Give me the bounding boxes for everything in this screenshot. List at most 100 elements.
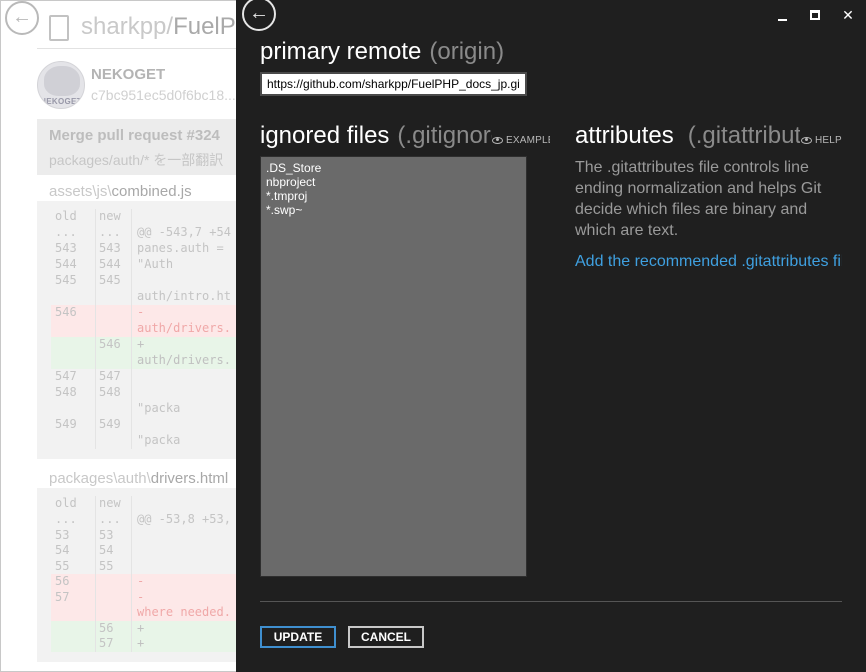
gitignore-line: .DS_Store — [266, 161, 322, 175]
diff-line: 56 + — [51, 620, 237, 636]
commit-subtitle: packages/auth/* を一部翻訳 — [49, 152, 224, 168]
file-name[interactable]: assets\js\combined.js — [49, 183, 192, 200]
avatar-tag: NEKOGET — [40, 97, 82, 106]
diff-header-row: old new — [51, 496, 237, 512]
old-line-number: 55 — [55, 558, 70, 573]
gutter-divider — [95, 496, 96, 652]
file-name[interactable]: packages\auth\drivers.html — [49, 470, 228, 487]
old-line-number: 546 — [55, 305, 77, 319]
diff-line: 57 + — [51, 636, 237, 652]
diff-line-text: + — [137, 337, 145, 351]
remote-url-input[interactable] — [260, 72, 527, 96]
gutter-divider — [131, 209, 132, 449]
new-line-number: 549 — [99, 417, 121, 431]
commit-sha: c7bc951ec5d0f6bc18... — [91, 87, 236, 103]
diff-line: 547 547 — [51, 369, 237, 385]
eye-icon — [801, 136, 812, 144]
new-line-number: 53 — [99, 527, 114, 542]
diff-line-text: auth/drivers. — [137, 353, 231, 367]
diff-line-text: panes.auth = — [137, 241, 224, 255]
cat-avatar-icon — [44, 66, 80, 96]
repository-icon — [49, 15, 69, 41]
gitignore-line: *.swp~ — [266, 203, 303, 217]
help-toggle[interactable]: HELP — [801, 135, 846, 146]
new-line-number: 544 — [99, 257, 121, 271]
close-icon[interactable]: ✕ — [837, 4, 859, 26]
remote-section-title: primary remote (origin) — [260, 38, 505, 65]
avatar: NEKOGET — [37, 61, 85, 109]
gutter-divider — [131, 496, 132, 652]
new-line-number: 57 — [99, 636, 114, 650]
diff-line: 53 53 — [51, 528, 237, 544]
diff-line-text: where needed. — [137, 605, 231, 619]
attributes-description: The .gitattributes file controls line en… — [575, 159, 822, 239]
new-line-number: 54 — [99, 543, 114, 557]
update-button[interactable]: UPDATE — [260, 626, 336, 648]
diff-line: 544 544 "Auth — [51, 257, 237, 273]
diff-line-text: auth/drivers. — [137, 321, 231, 335]
diff-line: auth/intro.ht — [51, 289, 237, 305]
new-column-header: new — [99, 496, 121, 510]
new-column-header: new — [99, 209, 121, 223]
old-line-number: 544 — [55, 257, 77, 271]
diff-line: 56 - — [51, 574, 237, 590]
add-gitattributes-link[interactable]: Add the recommended .gitattributes file — [575, 253, 842, 271]
back-arrow-icon[interactable]: ← — [242, 0, 276, 31]
diff-line: 548 548 — [51, 385, 237, 401]
ignored-section-title: ignored files(.gitignore) — [260, 122, 492, 149]
diff-line: 543 543 panes.auth = — [51, 241, 237, 257]
attributes-section-title-clip: attributes(.gitattributes) — [575, 122, 800, 156]
diff-line-text: "Auth — [137, 257, 174, 271]
diff-line: 549 549 — [51, 417, 237, 433]
back-arrow-icon: ← — [5, 1, 39, 35]
diff-line: 54 54 — [51, 543, 237, 559]
cancel-button[interactable]: CANCEL — [348, 626, 424, 648]
old-column-header: old — [55, 209, 77, 223]
diff-line: "packa — [51, 433, 237, 449]
commit-author: NEKOGET — [91, 66, 166, 83]
gutter-divider — [95, 209, 96, 449]
old-line-number: 54 — [55, 543, 70, 557]
old-line-number: 549 — [55, 417, 77, 431]
diff-line: 57 - — [51, 589, 237, 605]
footer-divider — [260, 601, 842, 602]
diff-line-text: auth/intro.ht — [137, 289, 231, 303]
diff-line-text: - — [137, 305, 145, 319]
eye-icon — [492, 136, 503, 144]
diff-line-text: "packa — [137, 401, 181, 415]
commit-title: Merge pull request #324 — [49, 127, 220, 144]
old-line-number: 57 — [55, 589, 70, 604]
diff-line: 545 545 — [51, 273, 237, 289]
old-line-number: 56 — [55, 574, 70, 588]
old-line-number: ... — [55, 512, 77, 526]
diff-line: auth/drivers. — [51, 321, 237, 337]
diff-line: 546 - — [51, 305, 237, 321]
minimize-icon[interactable] — [772, 4, 794, 26]
examples-toggle[interactable]: EXAMPLES — [492, 135, 550, 146]
diff-line-text: @@ -53,8 +53, — [137, 512, 231, 526]
new-line-number: ... — [99, 512, 121, 526]
old-line-number: 548 — [55, 385, 77, 399]
maximize-icon[interactable] — [804, 4, 826, 26]
gitignore-editor[interactable]: .DS_Store nbproject *.tmproj *.swp~ — [260, 156, 527, 577]
diff-line-text: @@ -543,7 +54 — [137, 225, 231, 239]
new-line-number: 547 — [99, 369, 121, 383]
new-line-number: 543 — [99, 241, 121, 255]
new-line-number: 546 — [99, 337, 121, 351]
diff-line: where needed. — [51, 605, 237, 621]
diff-line: ...... @@ -543,7 +54 — [51, 225, 237, 241]
old-line-number: ... — [55, 225, 77, 239]
diff-line: auth/drivers. — [51, 353, 237, 369]
gitignore-line: nbproject — [266, 175, 316, 189]
new-line-number: 548 — [99, 385, 121, 399]
header-divider — [37, 48, 237, 49]
diff-line: ...... @@ -53,8 +53, — [51, 512, 237, 528]
diff-line-text: + — [137, 636, 145, 650]
new-line-number: 56 — [99, 620, 114, 635]
new-line-number: 55 — [99, 558, 114, 573]
diff-line: "packa — [51, 401, 237, 417]
diff-header-row: old new — [51, 209, 237, 225]
diff-line-text: - — [137, 589, 145, 604]
attributes-section-title: attributes(.gitattributes) — [575, 122, 800, 149]
repository-settings-panel: ← ✕ primary remote(origin) ignored files… — [236, 0, 866, 672]
